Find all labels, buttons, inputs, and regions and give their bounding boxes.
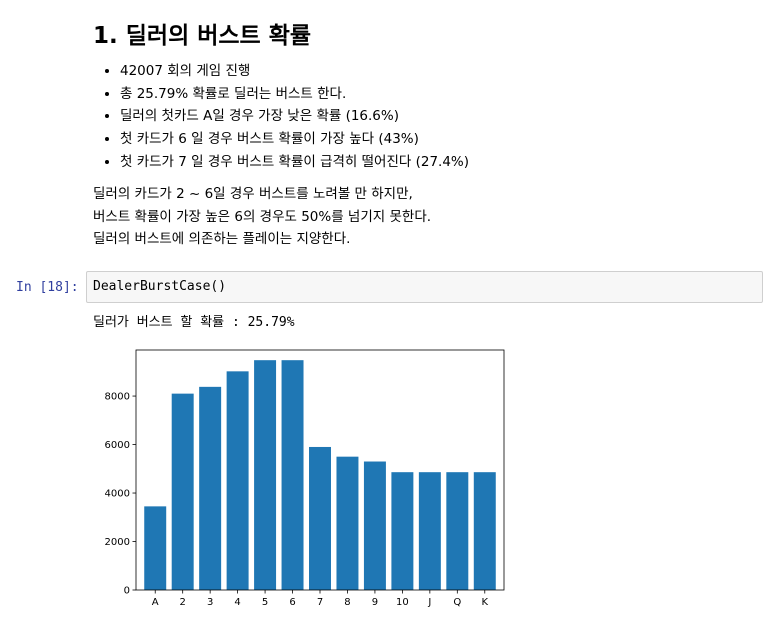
- bar-7: [309, 446, 331, 590]
- bar-8: [336, 456, 359, 590]
- list-item: 첫 카드가 7 일 경우 버스트 확률이 급격히 떨어진다 (27.4%): [120, 151, 469, 174]
- bar-10: [391, 472, 414, 590]
- x-tick-label: 2: [179, 597, 185, 608]
- list-item: 딜러의 첫카드 A일 경우 가장 낮은 확률 (16.6%): [120, 105, 469, 128]
- bar-Q: [446, 472, 469, 590]
- code-text[interactable]: DealerBurstCase(): [93, 279, 226, 294]
- x-axis: A 2 3 4 5 6 7 8 9 10 J Q K: [152, 590, 488, 608]
- x-tick-label: 3: [207, 597, 213, 608]
- paragraph-line: 딜러의 카드가 2 ~ 6일 경우 버스트를 노려볼 만 하지만,: [93, 186, 413, 202]
- x-tick-label: Q: [453, 597, 461, 608]
- paragraph-line: 딜러의 버스트에 의존하는 플레이는 지양한다.: [93, 231, 351, 248]
- list-item: 첫 카드가 6 일 경우 버스트 확률이 가장 높다 (43%): [120, 128, 469, 151]
- x-tick-label: 10: [396, 597, 409, 608]
- bar-9: [363, 461, 386, 590]
- x-tick-label: 9: [372, 597, 378, 608]
- x-tick-label: 7: [317, 597, 323, 608]
- code-cell-input[interactable]: DealerBurstCase(): [86, 271, 763, 303]
- bar-J: [418, 472, 441, 590]
- y-axis: 0 2000 4000 6000 8000: [105, 392, 136, 597]
- bar-4: [226, 371, 249, 590]
- y-tick-label: 2000: [105, 537, 130, 548]
- section-title: 1. 딜러의 버스트 확률: [93, 23, 312, 49]
- bar-5: [254, 360, 277, 590]
- input-prompt: In [18]:: [16, 280, 79, 295]
- x-tick-label: 8: [344, 597, 350, 608]
- cell-output-text: 딜러가 버스트 할 확률 : 25.79%: [93, 315, 295, 330]
- x-tick-label: 6: [289, 597, 295, 608]
- bar-6: [281, 360, 304, 590]
- y-tick-label: 8000: [105, 392, 130, 403]
- bar-A: [144, 506, 167, 590]
- conclusion-paragraph: 딜러의 카드가 2 ~ 6일 경우 버스트를 노려볼 만 하지만, 버스트 확률…: [93, 183, 431, 251]
- list-item: 총 25.79% 확률로 딜러는 버스트 한다.: [120, 83, 469, 106]
- paragraph-line: 버스트 확률이 가장 높은 6의 경우도 50%를 넘기지 못한다.: [93, 208, 432, 225]
- bar-3: [199, 386, 222, 590]
- y-tick-label: 0: [124, 586, 130, 597]
- x-tick-label: K: [481, 597, 488, 608]
- x-tick-label: A: [152, 597, 159, 608]
- bar-2: [171, 393, 194, 590]
- x-tick-label: 5: [262, 597, 268, 608]
- bars: [144, 360, 496, 590]
- y-tick-label: 6000: [105, 440, 130, 451]
- bar-chart: 0 2000 4000 6000 8000 A 2 3 4 5 6 7 8 9 10 J Q K: [105, 349, 505, 608]
- x-tick-label: 4: [234, 597, 240, 608]
- list-item: 42007 회의 게임 진행: [120, 60, 469, 83]
- x-tick-label: J: [427, 597, 431, 608]
- summary-list: 42007 회의 게임 진행 총 25.79% 확률로 딜러는 버스트 한다. …: [93, 60, 469, 174]
- bar-K: [473, 472, 496, 590]
- y-tick-label: 4000: [105, 489, 130, 500]
